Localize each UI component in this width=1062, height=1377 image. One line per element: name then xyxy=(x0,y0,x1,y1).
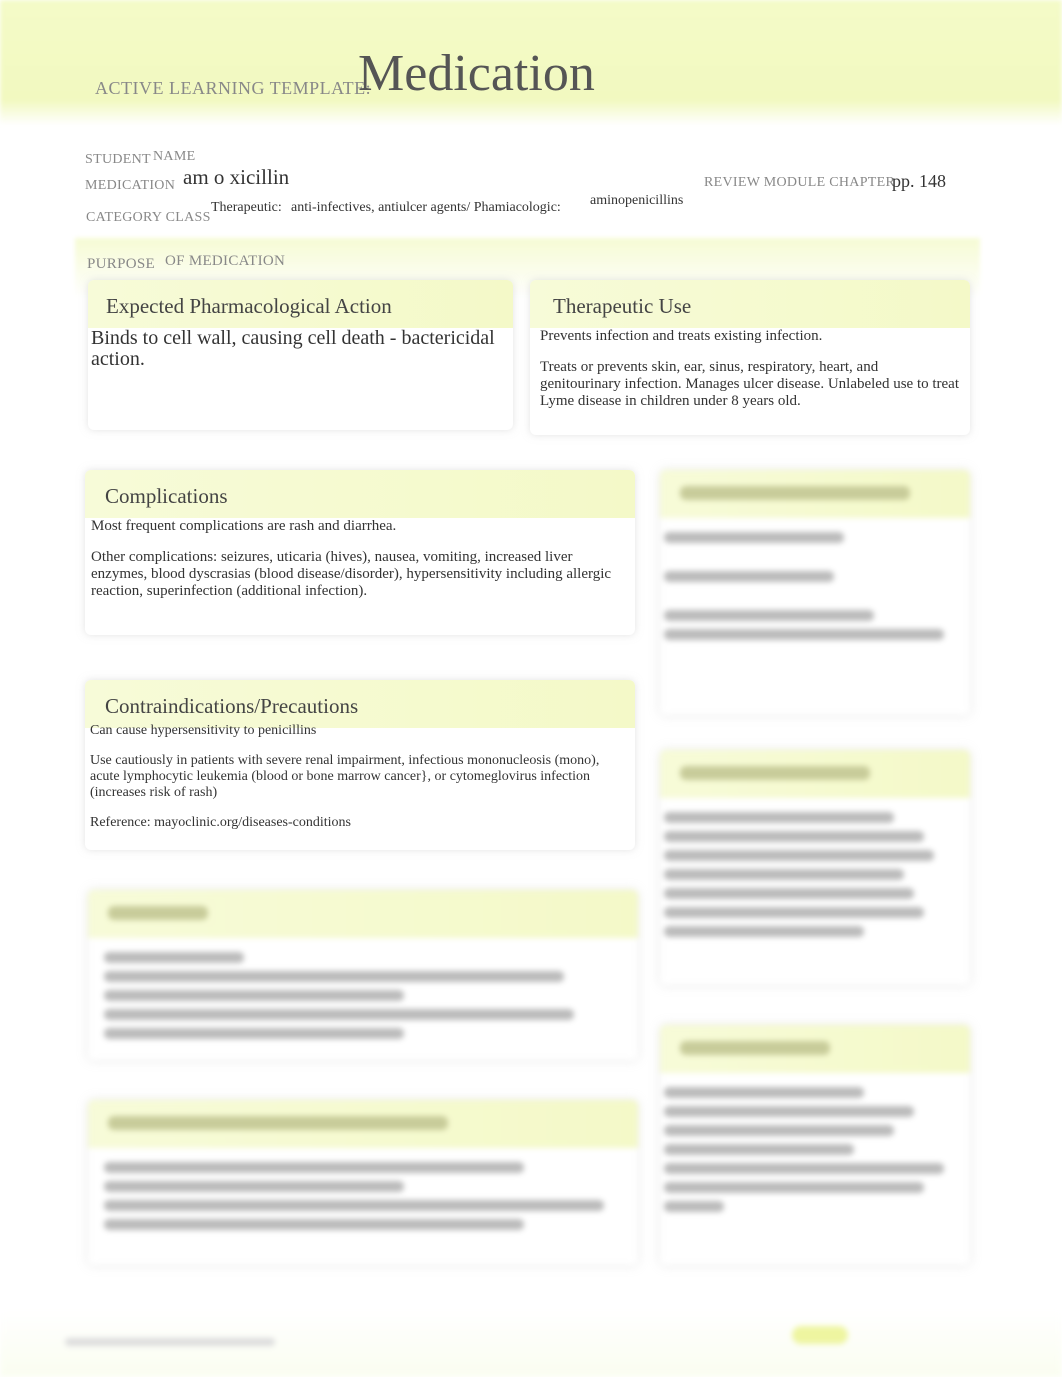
client-education-panel-blurred xyxy=(660,1025,970,1265)
therapeutic-use-p2: Treats or prevents skin, ear, sinus, res… xyxy=(540,359,960,409)
contraindications-title: Contraindications/Precautions xyxy=(85,680,635,728)
name-label: NAME xyxy=(153,149,196,164)
expected-action-title: Expected Pharmacological Action xyxy=(88,280,513,328)
evaluation-panel-blurred xyxy=(88,1100,638,1265)
of-medication-label: OF MEDICATION xyxy=(165,253,286,269)
nursing-interventions-panel-blurred xyxy=(660,750,970,985)
review-module-label: REVIEW MODULE CHAPTER xyxy=(704,175,896,190)
complications-p1: Most frequent complications are rash and… xyxy=(91,518,397,534)
administration-panel-blurred xyxy=(660,470,970,715)
footer-band xyxy=(0,1310,1062,1377)
expected-action-panel: Expected Pharmacological Action Binds to… xyxy=(88,280,513,430)
category-class-label: CATEGORY CLASS xyxy=(86,210,211,225)
reference-text: Reference: mayoclinic.org/diseases-condi… xyxy=(90,815,351,830)
therapeutic-use-p1: Prevents infection and treats existing i… xyxy=(540,328,823,344)
interactions-panel-blurred xyxy=(88,890,638,1060)
complications-panel: Complications Most frequent complication… xyxy=(85,470,635,635)
contraindications-p1: Can cause hypersensitivity to penicillin… xyxy=(90,723,317,738)
contraindications-p2: Use cautiously in patients with severe r… xyxy=(90,753,600,800)
therapeutic-label: Therapeutic: xyxy=(211,200,282,215)
therapeutic-value: anti-infectives, antiulcer agents/ Phami… xyxy=(291,200,561,215)
complications-p2: Other complications: seizures, uticaria … xyxy=(91,549,612,599)
review-module-value: pp. 148 xyxy=(892,171,946,191)
expected-action-text: Binds to cell wall, causing cell death -… xyxy=(91,327,495,370)
purpose-label: PURPOSE xyxy=(87,256,155,272)
therapeutic-use-title: Therapeutic Use xyxy=(530,280,970,328)
pharmacologic-value: aminopenicillins xyxy=(590,193,684,208)
contraindications-panel: Contraindications/Precautions Can cause … xyxy=(85,680,635,850)
medication-value: am o xicillin xyxy=(183,165,290,189)
complications-title: Complications xyxy=(85,470,635,518)
student-label: STUDENT xyxy=(85,152,151,167)
page-title: Medication xyxy=(358,45,595,102)
medication-label: MEDICATION xyxy=(85,178,176,193)
template-label: ACTIVE LEARNING TEMPLATE: xyxy=(95,78,372,98)
therapeutic-use-panel: Therapeutic Use Prevents infection and t… xyxy=(530,280,970,435)
